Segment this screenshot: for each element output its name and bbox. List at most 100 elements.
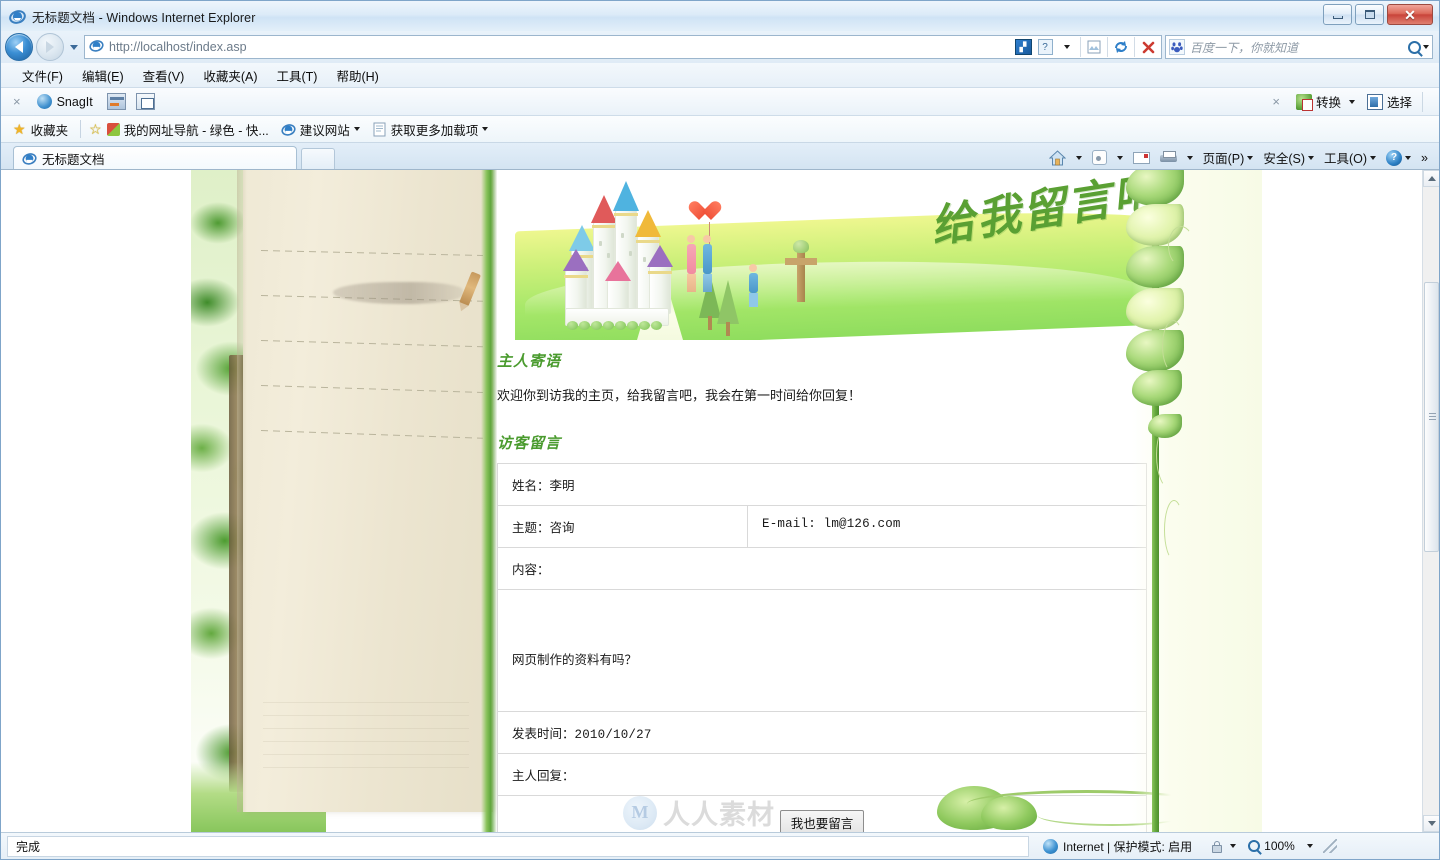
history-dropdown-button[interactable] (67, 33, 81, 61)
search-icon[interactable] (1408, 40, 1421, 54)
post-message-button[interactable]: 我也要留言 (779, 810, 865, 832)
command-bar-overflow-button[interactable]: » (1416, 151, 1433, 165)
print-dropdown-button[interactable] (1182, 155, 1198, 160)
help-icon: ? (1386, 149, 1403, 166)
page-menu-label: 页面(P) (1202, 152, 1245, 166)
scroll-up-button[interactable] (1423, 170, 1439, 187)
menu-tools[interactable]: 工具(T) (267, 63, 327, 88)
favorites-separator (80, 120, 82, 138)
stop-button[interactable] (1137, 36, 1159, 58)
back-button[interactable] (5, 33, 33, 61)
menu-bar: 文件(F) 编辑(E) 查看(V) 收藏夹(A) 工具(T) 帮助(H) (1, 63, 1439, 88)
guest-name-value: 李明 (549, 479, 575, 493)
favorites-star-icon[interactable]: ★ (13, 122, 26, 136)
tab-untitled-document[interactable]: 无标题文档 (13, 146, 297, 169)
scrollbar-thumb[interactable] (1424, 282, 1439, 552)
tab-bar: 无标题文档 页面(P) 安全(S) 工具(O) ? » (1, 143, 1439, 169)
lock-icon (1208, 839, 1224, 854)
home-button[interactable] (1044, 149, 1071, 166)
mail-button[interactable] (1128, 151, 1155, 164)
chevron-down-icon (1405, 155, 1412, 160)
site-wrapper: 给我留言吧! 主人寄语 欢迎你到访我的主页，给我留言吧，我会在第一时间给你回复！… (11, 170, 1422, 832)
chevron-down-icon[interactable] (1230, 844, 1237, 848)
chevron-down-icon[interactable] (482, 127, 489, 131)
tools-menu-button[interactable]: 工具(O) (1319, 148, 1381, 167)
address-input[interactable]: http://localhost/index.asp ▞ ? (84, 35, 1162, 59)
table-row-content: 网页制作的资料有吗？ (497, 589, 1147, 712)
maximize-button[interactable] (1355, 4, 1384, 25)
chevron-down-icon (1370, 155, 1377, 160)
close-button[interactable]: ✕ (1387, 4, 1433, 25)
snagit-close-icon[interactable]: × (13, 94, 21, 109)
select-button-label[interactable]: 选择 (1387, 92, 1412, 111)
left-vine-decoration (481, 170, 497, 832)
globe-icon (1043, 838, 1058, 854)
protected-mode-indicator[interactable] (1202, 839, 1242, 854)
status-text: 完成 (16, 839, 41, 854)
favorites-link-navigation[interactable]: 我的网址导航 - 绿色 - 快... (106, 120, 269, 139)
add-to-favorites-bar-icon[interactable]: ☆ (89, 122, 102, 136)
web-page-content: 给我留言吧! 主人寄语 欢迎你到访我的主页，给我留言吧，我会在第一时间给你回复！… (1, 170, 1422, 832)
tools-menu-label: 工具(O) (1323, 152, 1368, 166)
couple-with-heart-balloon-illustration (685, 202, 725, 292)
forward-button[interactable] (36, 33, 64, 61)
page-menu-button[interactable]: 页面(P) (1198, 148, 1259, 167)
favorites-link-suggested-sites[interactable]: 建议网站 (281, 120, 360, 139)
menu-view[interactable]: 查看(V) (134, 63, 195, 88)
guest-email-value: lm@126.com (823, 517, 901, 531)
feeds-dropdown-button[interactable] (1112, 155, 1128, 160)
command-bar: 页面(P) 安全(S) 工具(O) ? » (1044, 148, 1433, 167)
snagit-right-close-icon[interactable]: × (1272, 94, 1280, 109)
scroll-down-button[interactable] (1423, 815, 1439, 832)
print-button[interactable] (1155, 150, 1182, 165)
vertical-scrollbar[interactable] (1422, 170, 1439, 832)
compatibility-view-button[interactable]: ▞ (1012, 36, 1034, 58)
snagit-brand-label: SnagIt (56, 94, 93, 109)
browser-window: 无标题文档 - Windows Internet Explorer ✕ http… (0, 0, 1440, 860)
refresh-button[interactable] (1110, 36, 1132, 58)
chevron-down-icon[interactable] (1306, 844, 1313, 848)
favorites-bar: ★ 收藏夹 ☆ 我的网址导航 - 绿色 - 快... 建议网站 获取更多加载项 (1, 116, 1439, 143)
feeds-button[interactable] (1087, 150, 1112, 165)
guest-content-cell: 网页制作的资料有吗？ (497, 589, 1147, 712)
page-icon (372, 122, 387, 137)
search-input[interactable]: 百度一下，你就知道 (1165, 35, 1433, 59)
favorites-link-get-more-addons[interactable]: 获取更多加载项 (372, 120, 489, 139)
table-row-time: 发表时间：2010/10/27 (497, 711, 1147, 754)
snagit-properties-icon[interactable] (135, 93, 155, 110)
home-dropdown-button[interactable] (1071, 155, 1087, 160)
new-tab-button[interactable] (301, 148, 335, 169)
help-menu-button[interactable]: ? (1381, 149, 1416, 166)
ie-icon (22, 151, 37, 166)
convert-dropdown-icon[interactable] (1348, 99, 1355, 104)
guest-email-cell: E-mail: lm@126.com (747, 505, 1147, 548)
window-title: 无标题文档 - Windows Internet Explorer (32, 10, 256, 25)
compatibility-help-icon[interactable]: ? (1034, 36, 1056, 58)
address-dropdown-button[interactable] (1056, 36, 1078, 58)
window-resize-grip[interactable] (1322, 839, 1337, 853)
tab-label: 无标题文档 (42, 152, 105, 167)
menu-help[interactable]: 帮助(H) (327, 63, 388, 88)
page-thumbnail-icon[interactable] (1083, 36, 1105, 58)
table-row-content-label: 内容： (497, 547, 1147, 590)
chevron-down-icon[interactable] (353, 127, 360, 131)
minimize-button[interactable] (1323, 4, 1352, 25)
scroll-faded-text-decoration (263, 702, 469, 772)
favorites-label[interactable]: 收藏夹 (31, 120, 69, 139)
security-zone-indicator[interactable]: Internet | 保护模式: 启用 (1029, 838, 1202, 855)
convert-button-label[interactable]: 转换 (1316, 92, 1341, 111)
menu-edit[interactable]: 编辑(E) (73, 63, 134, 88)
menu-favorites[interactable]: 收藏夹(A) (194, 63, 267, 88)
safety-menu-button[interactable]: 安全(S) (1258, 148, 1319, 167)
page-viewport: 给我留言吧! 主人寄语 欢迎你到访我的主页，给我留言吧，我会在第一时间给你回复！… (1, 169, 1439, 832)
ivy-decoration-column (1126, 170, 1262, 832)
snagit-capture-icon[interactable] (106, 93, 126, 110)
address-bar-icons: ▞ ? (1012, 36, 1159, 58)
guest-name-label: 姓名： (512, 479, 550, 493)
menu-file[interactable]: 文件(F) (13, 63, 73, 88)
guest-content-label-cell: 内容： (497, 547, 1147, 590)
guest-subject-cell: 主题：咨询 (497, 505, 748, 548)
zoom-icon (1248, 840, 1261, 852)
zoom-control[interactable]: 100% (1242, 839, 1319, 853)
search-provider-dropdown-icon[interactable] (1423, 45, 1429, 49)
